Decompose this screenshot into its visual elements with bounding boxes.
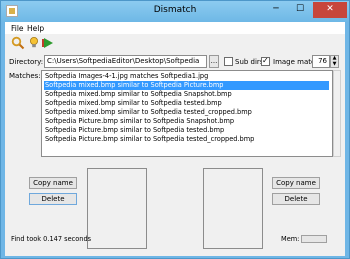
delete-left-button[interactable]: Delete	[29, 193, 77, 205]
image-match-checkbox[interactable]	[261, 56, 270, 66]
copy-name-left-button[interactable]: Copy name	[29, 177, 77, 189]
threshold-spinner[interactable]: ▲ ▼	[330, 55, 339, 68]
toolbar	[5, 34, 345, 54]
match-item[interactable]: Softpedia Images-4-1.jpg matches Softped…	[44, 72, 329, 81]
browse-button[interactable]: ...	[209, 55, 219, 68]
maximize-button[interactable]: ☐	[289, 2, 311, 18]
match-item[interactable]: Softpedia Picture.bmp similar to Softped…	[44, 135, 329, 144]
match-item[interactable]: Softpedia mixed.bmp similar to Softpedia…	[44, 108, 329, 117]
memory-bar	[301, 235, 327, 243]
match-item-selected[interactable]: Softpedia mixed.bmp similar to Softpedia…	[44, 81, 329, 90]
mem-label: Mem:	[281, 235, 300, 243]
menu-file[interactable]: File	[11, 24, 24, 33]
right-image-preview	[203, 168, 263, 249]
menu-help[interactable]: Help	[27, 24, 44, 33]
directory-label: Directory:	[9, 58, 44, 66]
sub-dirs-label: Sub dirs	[235, 58, 264, 66]
delete-right-button[interactable]: Delete	[272, 193, 320, 205]
copy-name-right-button[interactable]: Copy name	[272, 177, 320, 189]
app-window: Dismatch ─ ☐ ✕ File Help Directory: C:\U…	[0, 0, 350, 259]
run-icon[interactable]	[41, 36, 55, 50]
lightbulb-icon[interactable]	[27, 36, 41, 50]
matches-label: Matches:	[9, 72, 41, 80]
directory-input[interactable]: C:\Users\SoftpediaEditor\Desktop\Softped…	[44, 55, 207, 68]
spin-down-icon[interactable]: ▼	[331, 62, 338, 67]
menu-bar: File Help	[5, 22, 345, 34]
left-image-preview	[87, 168, 147, 249]
client-area: File Help Directory: C:\Users\SoftpediaE…	[5, 22, 345, 256]
titlebar: Dismatch ─ ☐ ✕	[1, 1, 349, 22]
match-item[interactable]: Softpedia mixed.bmp similar to Softpedia…	[44, 99, 329, 108]
match-item[interactable]: Softpedia Picture.bmp similar to Softped…	[44, 117, 329, 126]
search-icon[interactable]	[11, 36, 25, 50]
close-button[interactable]: ✕	[313, 2, 347, 18]
match-item[interactable]: Softpedia Picture.bmp similar to Softped…	[44, 126, 329, 135]
matches-list[interactable]: Softpedia Images-4-1.jpg matches Softped…	[41, 70, 333, 157]
matches-scrollbar[interactable]	[333, 70, 341, 157]
minimize-button[interactable]: ─	[265, 2, 287, 18]
threshold-input[interactable]: 76	[312, 55, 330, 68]
match-item[interactable]: Softpedia mixed.bmp similar to Softpedia…	[44, 90, 329, 99]
status-text: Find took 0.147 seconds	[11, 235, 92, 243]
sub-dirs-checkbox[interactable]	[224, 57, 233, 66]
